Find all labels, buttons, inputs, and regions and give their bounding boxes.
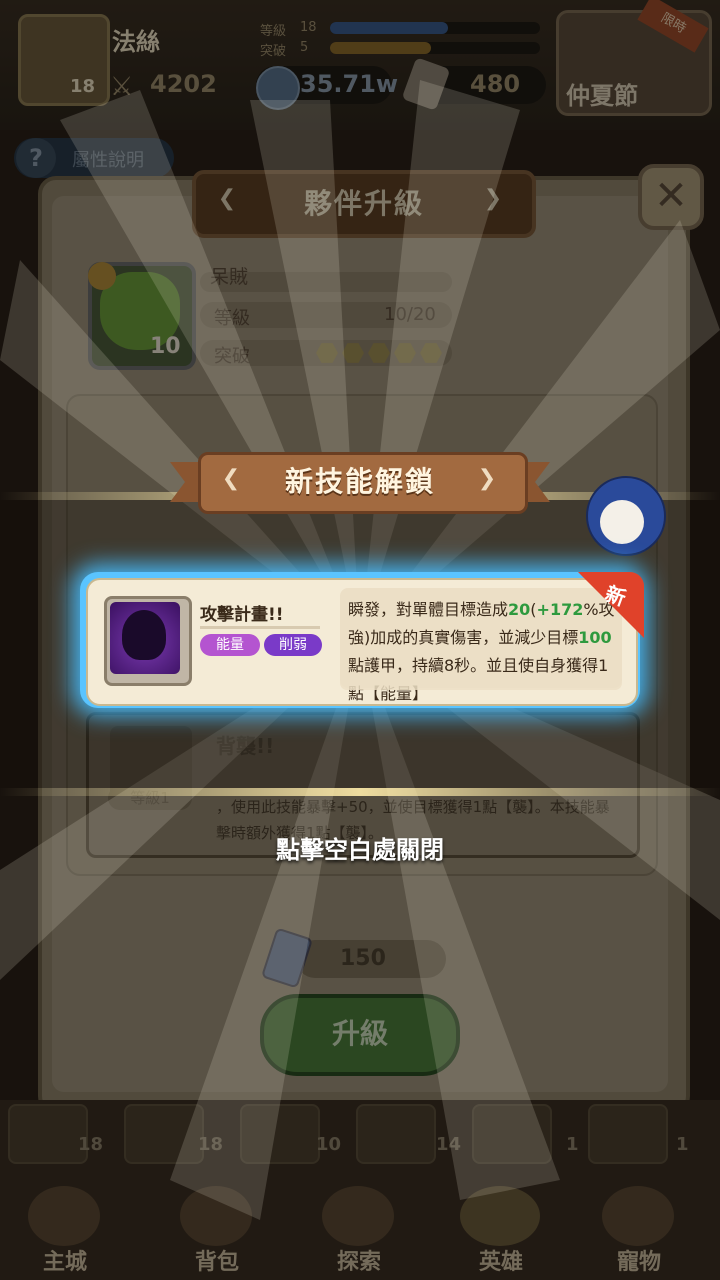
light-band — [0, 788, 720, 796]
unlock-title: 新技能解鎖 — [284, 465, 435, 498]
tag-weaken: 削弱 — [264, 634, 322, 656]
skill-name: 攻擊計畫!! — [200, 605, 284, 625]
shadow-figure-icon — [122, 610, 166, 660]
divider — [200, 626, 320, 629]
tag-energy: 能量 — [200, 634, 260, 656]
close-hint: 點擊空白處關閉 — [276, 836, 444, 864]
mascot-face — [600, 500, 644, 544]
description-fade — [340, 676, 622, 690]
skill-description: 瞬發，對單體目標造成20(+172%攻強)加成的真實傷害，並減少目標100點護甲… — [348, 600, 615, 703]
